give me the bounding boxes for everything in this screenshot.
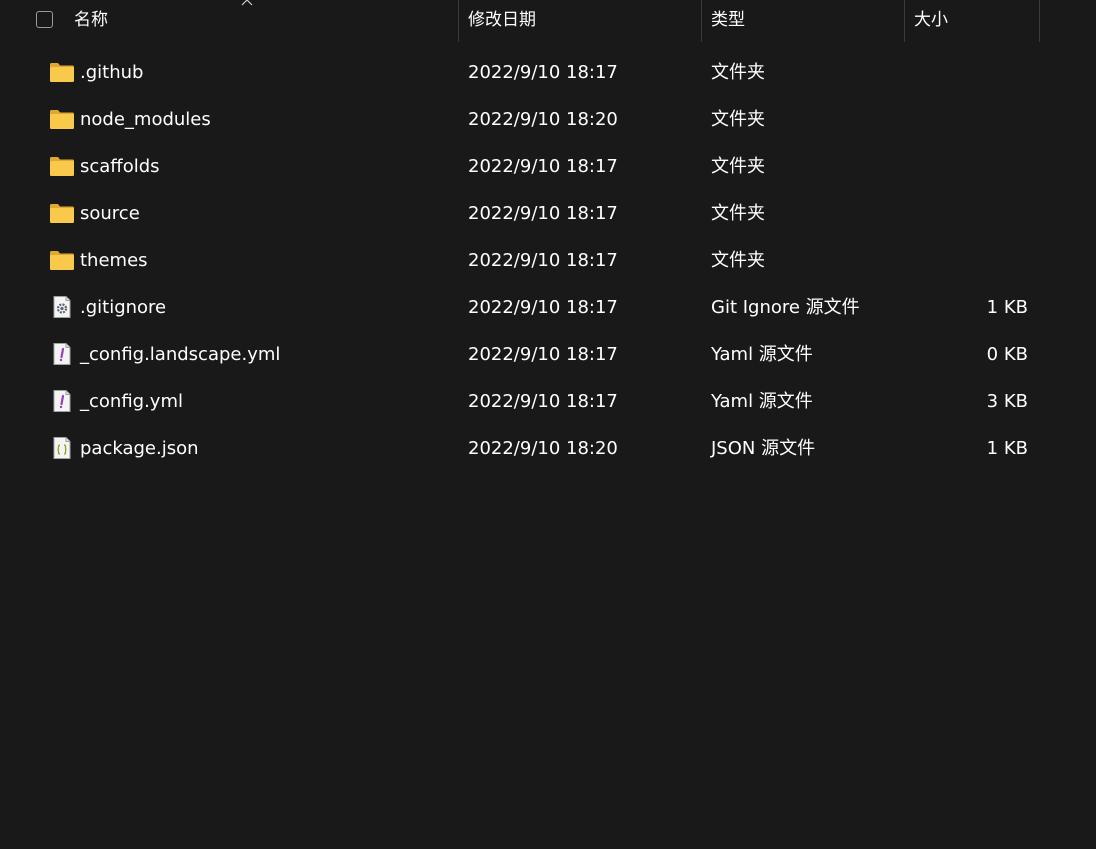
file-size: 1 KB [986, 438, 1028, 459]
file-name: source [80, 203, 140, 224]
file-date: 2022/9/10 18:17 [468, 156, 618, 177]
file-name: scaffolds [80, 156, 160, 177]
column-divider[interactable] [701, 0, 702, 42]
json-file-icon [53, 437, 71, 459]
file-name: .github [80, 62, 144, 83]
file-date: 2022/9/10 18:17 [468, 203, 618, 224]
file-name: _config.yml [80, 391, 183, 412]
file-date: 2022/9/10 18:20 [468, 438, 618, 459]
gear-file-icon [53, 296, 71, 318]
yaml-file-icon [53, 390, 71, 412]
file-size: 3 KB [986, 391, 1028, 412]
file-type: 文件夹 [711, 156, 765, 177]
file-type: 文件夹 [711, 250, 765, 271]
column-header-name[interactable]: 名称 [74, 0, 108, 42]
file-type: 文件夹 [711, 109, 765, 130]
file-date: 2022/9/10 18:17 [468, 344, 618, 365]
file-name: themes [80, 250, 148, 271]
file-row[interactable]: _config.yml 2022/9/10 18:17 Yaml 源文件 3 K… [0, 378, 1096, 425]
folder-icon [50, 251, 74, 270]
column-divider[interactable] [904, 0, 905, 42]
file-type: Yaml 源文件 [711, 344, 813, 365]
file-date: 2022/9/10 18:20 [468, 109, 618, 130]
file-type: JSON 源文件 [711, 438, 816, 459]
column-divider[interactable] [1039, 0, 1040, 42]
file-date: 2022/9/10 18:17 [468, 297, 618, 318]
folder-icon [50, 157, 74, 176]
column-header-type[interactable]: 类型 [711, 0, 745, 42]
file-type: 文件夹 [711, 62, 765, 83]
file-type: Git Ignore 源文件 [711, 297, 860, 318]
folder-icon [50, 63, 74, 82]
file-row[interactable]: _config.landscape.yml 2022/9/10 18:17 Ya… [0, 331, 1096, 378]
file-name: .gitignore [80, 297, 167, 318]
file-name: node_modules [80, 109, 211, 130]
file-row[interactable]: .gitignore 2022/9/10 18:17 Git Ignore 源文… [0, 284, 1096, 331]
column-header-date[interactable]: 修改日期 [468, 0, 536, 42]
file-row[interactable]: source 2022/9/10 18:17 文件夹 [0, 190, 1096, 237]
file-row[interactable]: scaffolds 2022/9/10 18:17 文件夹 [0, 143, 1096, 190]
yaml-file-icon [53, 343, 71, 365]
folder-icon [50, 110, 74, 129]
file-date: 2022/9/10 18:17 [468, 62, 618, 83]
file-size: 1 KB [986, 297, 1028, 318]
column-divider[interactable] [458, 0, 459, 42]
folder-icon [50, 204, 74, 223]
file-row[interactable]: themes 2022/9/10 18:17 文件夹 [0, 237, 1096, 284]
file-name: _config.landscape.yml [80, 344, 281, 365]
file-row[interactable]: package.json 2022/9/10 18:20 JSON 源文件 1 … [0, 425, 1096, 472]
select-all-checkbox[interactable] [36, 11, 53, 28]
file-name: package.json [80, 438, 199, 459]
file-date: 2022/9/10 18:17 [468, 250, 618, 271]
file-type: 文件夹 [711, 203, 765, 224]
file-list: .github 2022/9/10 18:17 文件夹 node_modules… [0, 49, 1096, 472]
file-type: Yaml 源文件 [711, 391, 813, 412]
file-date: 2022/9/10 18:17 [468, 391, 618, 412]
column-header-row: 名称 修改日期 类型 大小 [0, 0, 1096, 42]
file-size: 0 KB [986, 344, 1028, 365]
file-row[interactable]: .github 2022/9/10 18:17 文件夹 [0, 49, 1096, 96]
file-explorer-list: 名称 修改日期 类型 大小 .github 2022/9/10 18:17 文件… [0, 0, 1096, 849]
file-row[interactable]: node_modules 2022/9/10 18:20 文件夹 [0, 96, 1096, 143]
sort-ascending-icon [241, 0, 253, 6]
column-header-size[interactable]: 大小 [914, 0, 948, 42]
